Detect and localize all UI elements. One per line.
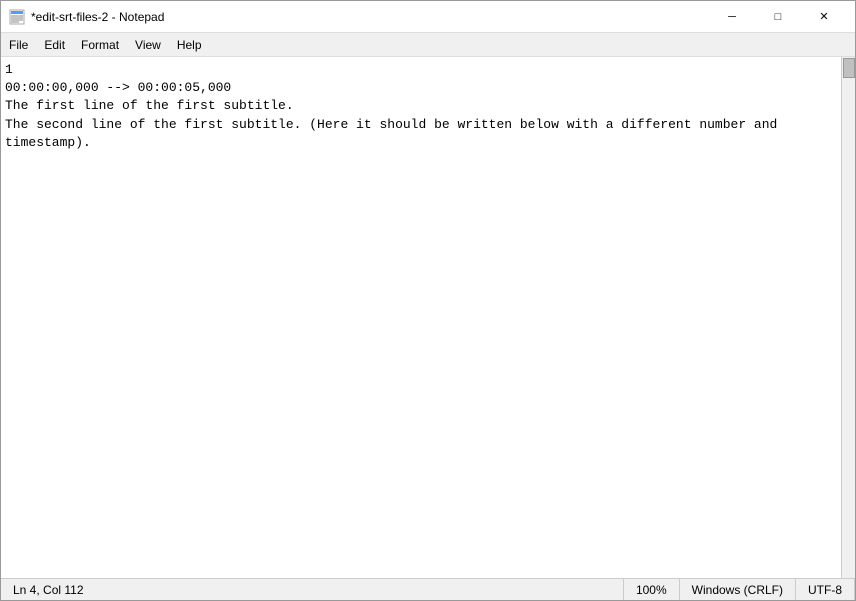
line-ending: Windows (CRLF) xyxy=(692,583,783,597)
scrollbar-thumb[interactable] xyxy=(843,58,855,78)
vertical-scrollbar[interactable] xyxy=(841,57,855,578)
status-zoom: 100% xyxy=(624,579,680,600)
app-icon xyxy=(9,9,25,25)
menu-format[interactable]: Format xyxy=(73,33,127,56)
text-editor[interactable] xyxy=(1,57,841,578)
title-bar: *edit-srt-files-2 - Notepad ─ □ ✕ xyxy=(1,1,855,33)
menu-bar: File Edit Format View Help xyxy=(1,33,855,57)
status-bar: Ln 4, Col 112 100% Windows (CRLF) UTF-8 xyxy=(1,578,855,600)
maximize-button[interactable]: □ xyxy=(755,1,801,33)
encoding: UTF-8 xyxy=(808,583,842,597)
status-encoding: UTF-8 xyxy=(796,579,855,600)
window-title: *edit-srt-files-2 - Notepad xyxy=(31,10,164,24)
zoom-level: 100% xyxy=(636,583,667,597)
notepad-window: *edit-srt-files-2 - Notepad ─ □ ✕ File E… xyxy=(0,0,856,601)
menu-help[interactable]: Help xyxy=(169,33,210,56)
status-position: Ln 4, Col 112 xyxy=(1,579,624,600)
cursor-position: Ln 4, Col 112 xyxy=(13,583,84,597)
menu-edit[interactable]: Edit xyxy=(36,33,73,56)
window-controls: ─ □ ✕ xyxy=(709,1,847,33)
title-bar-left: *edit-srt-files-2 - Notepad xyxy=(9,9,164,25)
close-button[interactable]: ✕ xyxy=(801,1,847,33)
menu-view[interactable]: View xyxy=(127,33,169,56)
status-line-ending: Windows (CRLF) xyxy=(680,579,796,600)
minimize-button[interactable]: ─ xyxy=(709,1,755,33)
menu-file[interactable]: File xyxy=(1,33,36,56)
editor-wrapper xyxy=(1,57,855,578)
